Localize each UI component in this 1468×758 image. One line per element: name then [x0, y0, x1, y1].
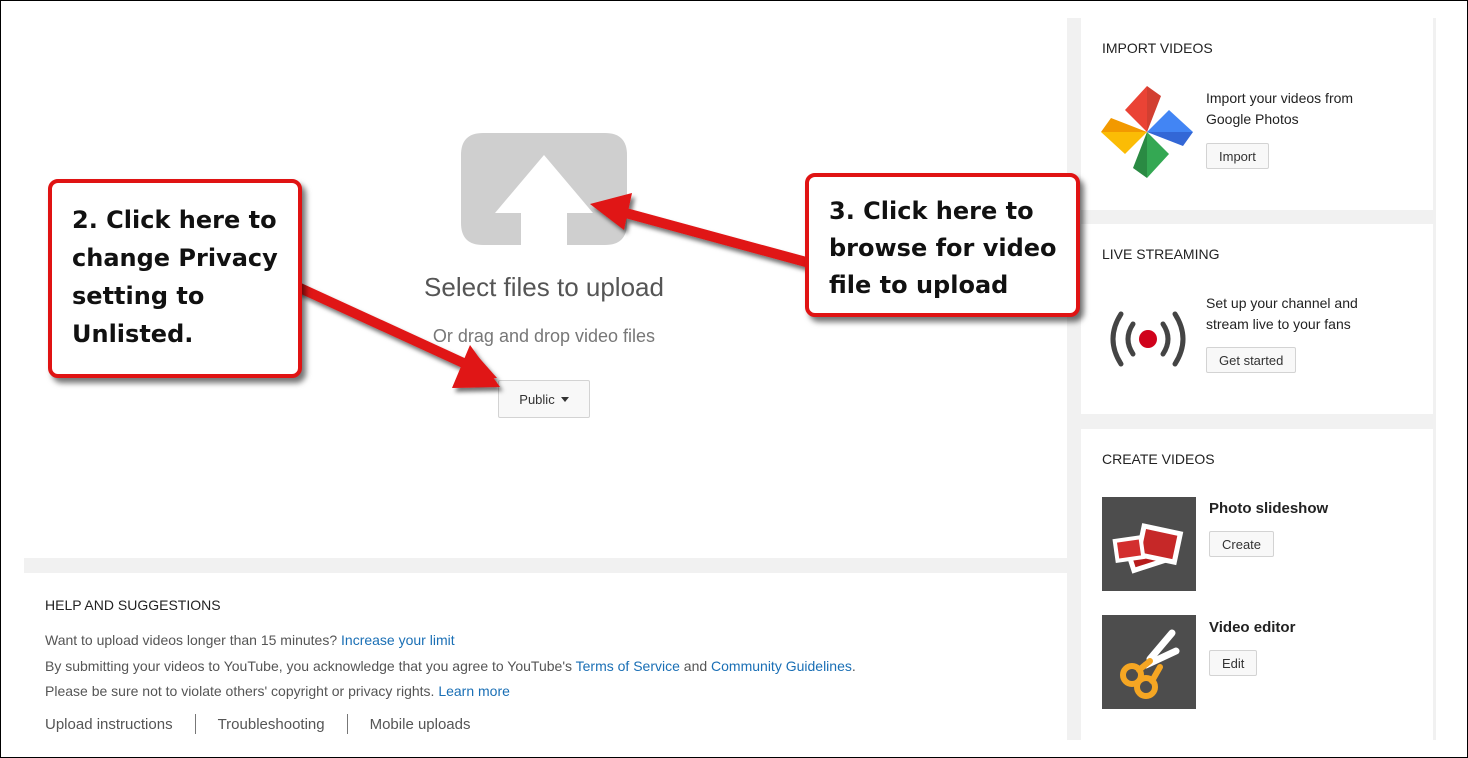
callout-line: browse for video — [829, 234, 1057, 262]
callout-line: Unlisted. — [72, 320, 194, 348]
callout-line: setting to — [72, 282, 205, 310]
browse-instruction-callout: 3. Click here to browse for video file t… — [805, 173, 1080, 317]
annotation-arrows — [295, 193, 811, 388]
callout-line: change Privacy — [72, 244, 278, 272]
privacy-callout-arrow — [295, 283, 500, 388]
browse-callout-arrow — [590, 193, 811, 267]
callout-line: 3. Click here to — [829, 197, 1034, 225]
callout-line: 2. Click here to — [72, 206, 277, 234]
privacy-instruction-callout: 2. Click here to change Privacy setting … — [48, 179, 302, 378]
callout-line: file to upload — [829, 271, 1009, 299]
